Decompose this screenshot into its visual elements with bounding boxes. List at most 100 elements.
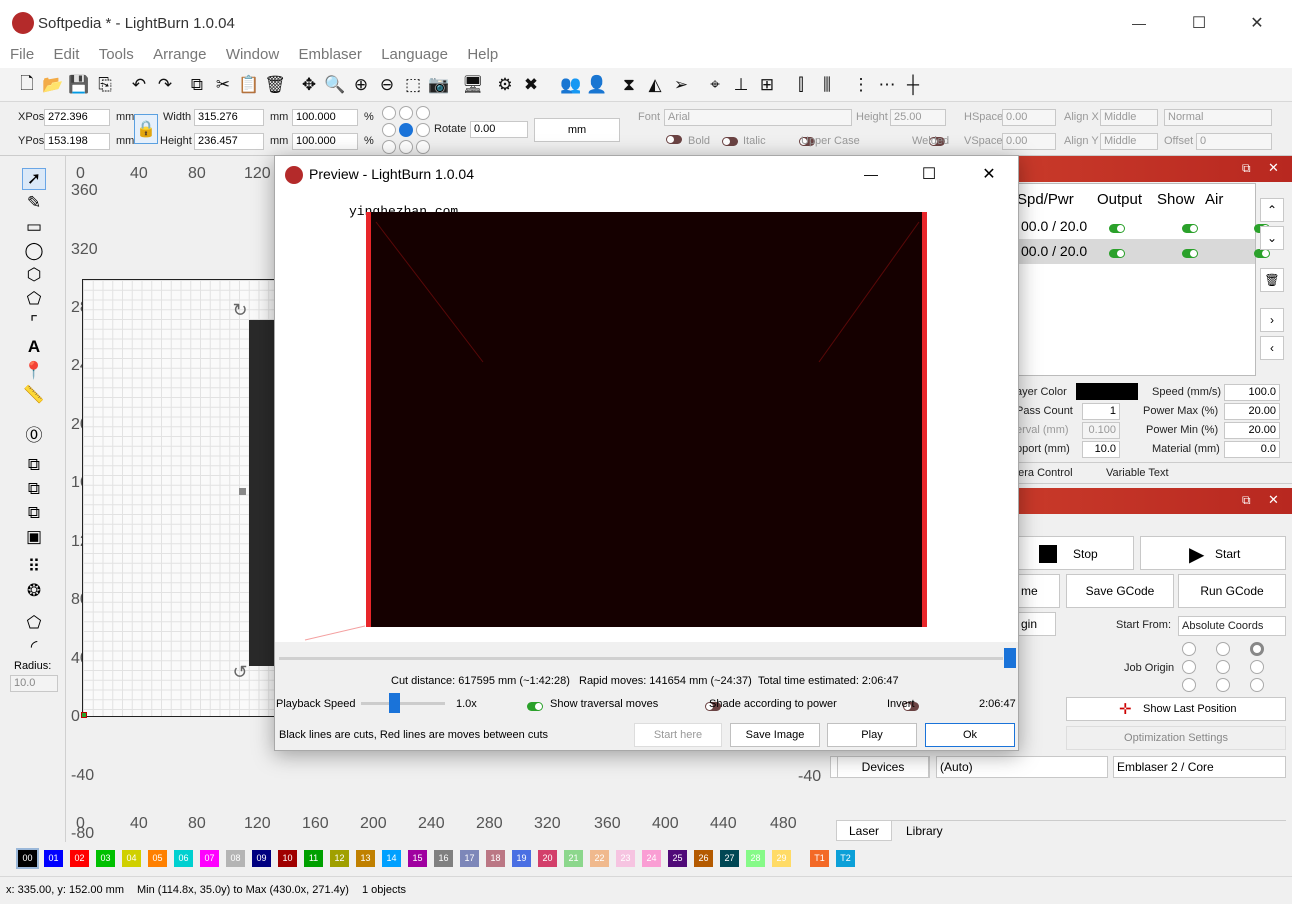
distribute-v-icon[interactable]: ⫼: [816, 74, 838, 96]
material-input[interactable]: 0.0: [1224, 441, 1280, 458]
palette-swatch-02[interactable]: 02: [70, 850, 89, 867]
tab-laser[interactable]: Laser: [836, 821, 892, 841]
tab-variable-text[interactable]: Variable Text: [1106, 467, 1169, 479]
menu-emblaser[interactable]: Emblaser: [299, 46, 362, 63]
lock-ratio-icon[interactable]: 🔒: [134, 114, 158, 144]
align-middle-icon[interactable]: ⊞: [756, 74, 778, 96]
italic-toggle[interactable]: [722, 137, 738, 146]
group-icon[interactable]: 👥: [560, 74, 582, 96]
collapse-left-icon[interactable]: ‹: [1260, 336, 1284, 360]
circular-array-icon[interactable]: ❂: [22, 580, 46, 602]
target-icon[interactable]: ⌖: [704, 74, 726, 96]
font-select[interactable]: Arial: [664, 109, 852, 126]
user-icon[interactable]: 👤: [586, 74, 608, 96]
ok-button[interactable]: Ok: [925, 723, 1015, 747]
show-toggle[interactable]: [1182, 249, 1199, 258]
palette-swatch-27[interactable]: 27: [720, 850, 739, 867]
optimization-settings-button[interactable]: Optimization Settings: [1066, 726, 1286, 750]
palette-swatch-18[interactable]: 18: [486, 850, 505, 867]
hspace-input[interactable]: 0.00: [1002, 109, 1056, 126]
undo-icon[interactable]: ↶: [128, 74, 150, 96]
minimize-button[interactable]: —: [1124, 12, 1154, 34]
palette-swatch-10[interactable]: 10: [278, 850, 297, 867]
power-max-input[interactable]: 20.00: [1224, 403, 1280, 420]
palette-swatch-20[interactable]: 20: [538, 850, 557, 867]
paste-icon[interactable]: 📋: [238, 74, 260, 96]
float-panel-icon[interactable]: ⧉: [1242, 161, 1251, 176]
go-to-origin-button[interactable]: gin: [1018, 612, 1056, 636]
start-here-button[interactable]: Start here: [634, 723, 722, 747]
interval-input[interactable]: 0.100: [1082, 422, 1120, 439]
boolean-subtract-icon[interactable]: ⧉: [22, 478, 46, 500]
expand-right-icon[interactable]: ›: [1260, 308, 1284, 332]
start-button[interactable]: ▶ Start: [1140, 536, 1286, 570]
save-gcode-button[interactable]: Save GCode: [1066, 574, 1174, 608]
edit-nodes-icon[interactable]: ⬠: [22, 288, 46, 310]
palette-swatch-23[interactable]: 23: [616, 850, 635, 867]
playback-slider[interactable]: [361, 702, 445, 705]
palette-swatch-04[interactable]: 04: [122, 850, 141, 867]
palette-swatch-29[interactable]: 29: [772, 850, 791, 867]
save-image-button[interactable]: Save Image: [730, 723, 820, 747]
maximize-button[interactable]: ☐: [1184, 12, 1214, 34]
pass-count-input[interactable]: 1: [1082, 403, 1120, 420]
menu-edit[interactable]: Edit: [54, 46, 80, 63]
output-toggle[interactable]: [1109, 224, 1125, 233]
space-h-icon[interactable]: ⋮: [850, 74, 872, 96]
space-v-icon[interactable]: ⋯: [876, 74, 898, 96]
ellipse-tool-icon[interactable]: ◯: [22, 240, 46, 262]
mirror-icon[interactable]: ◭: [644, 74, 666, 96]
rotate-handle-icon[interactable]: ↺: [230, 662, 250, 682]
boolean-intersect-icon[interactable]: ⧉: [22, 502, 46, 524]
scrubber-handle[interactable]: [1004, 648, 1016, 668]
vspace-input[interactable]: 0.00: [1002, 133, 1056, 150]
rectangle-tool-icon[interactable]: ▭: [22, 216, 46, 238]
menu-window[interactable]: Window: [226, 46, 279, 63]
height-input[interactable]: 236.457: [194, 133, 264, 150]
measure-tool-icon[interactable]: 📏: [22, 384, 46, 406]
tab-library[interactable]: Library: [906, 824, 943, 838]
rotate-input[interactable]: 0.00: [470, 121, 528, 138]
start-from-select[interactable]: Absolute Coords: [1178, 616, 1286, 636]
anchor-selector[interactable]: [382, 106, 430, 154]
text-style-select[interactable]: Normal: [1164, 109, 1272, 126]
scale-width-input[interactable]: 100.000: [292, 109, 358, 126]
zoom-frame-icon[interactable]: ⬚: [402, 74, 424, 96]
palette-swatch-12[interactable]: 12: [330, 850, 349, 867]
palette-swatch-T2[interactable]: T2: [836, 850, 855, 867]
speed-input[interactable]: 100.0: [1224, 384, 1280, 401]
copy-icon[interactable]: ⧉: [186, 74, 208, 96]
show-toggle[interactable]: [1182, 224, 1199, 233]
frame-button[interactable]: me: [1018, 574, 1060, 608]
menu-language[interactable]: Language: [381, 46, 448, 63]
devices-button[interactable]: Devices: [837, 756, 929, 778]
menu-help[interactable]: Help: [467, 46, 498, 63]
palette-swatch-11[interactable]: 11: [304, 850, 323, 867]
zoom-in-icon[interactable]: ⊕: [350, 74, 372, 96]
palette-swatch-03[interactable]: 03: [96, 850, 115, 867]
layer-color-swatch[interactable]: [1076, 383, 1138, 400]
preview-maximize-button[interactable]: ☐: [917, 162, 941, 186]
distribute-h-icon[interactable]: ⫿: [790, 74, 812, 96]
preview-minimize-button[interactable]: —: [859, 162, 883, 186]
polygon-tool-icon[interactable]: ⬡: [22, 264, 46, 286]
stop-button[interactable]: Stop: [1018, 536, 1134, 570]
pen-tool-icon[interactable]: ✎: [22, 192, 46, 214]
play-button[interactable]: Play: [827, 723, 917, 747]
zoom-out-icon[interactable]: ⊖: [376, 74, 398, 96]
palette-swatch-06[interactable]: 06: [174, 850, 193, 867]
settings-gear-icon[interactable]: ⚙: [494, 74, 516, 96]
device-port-select[interactable]: (Auto): [936, 756, 1108, 778]
work-area-grid[interactable]: [82, 279, 277, 717]
xpos-input[interactable]: 272.396: [44, 109, 110, 126]
palette-swatch-16[interactable]: 16: [434, 850, 453, 867]
position-lasers-icon[interactable]: ⌜: [22, 312, 46, 334]
playback-slider-handle[interactable]: [389, 693, 400, 713]
design-shape[interactable]: [249, 320, 277, 666]
run-gcode-button[interactable]: Run GCode: [1178, 574, 1286, 608]
tab-camera-control[interactable]: nera Control: [1012, 467, 1073, 479]
float-panel-icon[interactable]: ⧉: [1242, 493, 1251, 508]
palette-swatch-19[interactable]: 19: [512, 850, 531, 867]
preview-close-button[interactable]: ✕: [977, 162, 1001, 186]
preview-render-area[interactable]: yinghezhan.com: [275, 192, 1018, 642]
